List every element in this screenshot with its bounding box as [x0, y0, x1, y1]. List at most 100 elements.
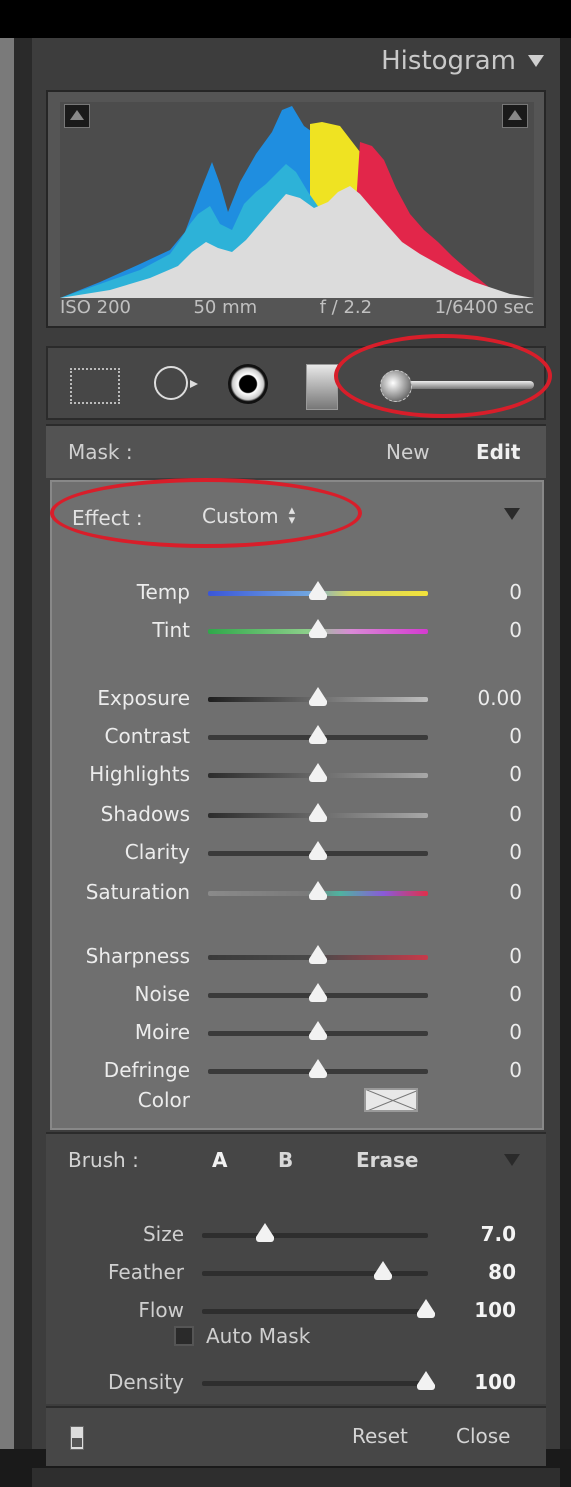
moire-slider-thumb[interactable] — [309, 1021, 327, 1040]
effect-panel: Effect : Custom ▴ ▾ Temp 0 Tint 0 Exposure 0.0… — [50, 480, 544, 1130]
slider-row-sharpness: Sharpness 0 — [52, 938, 546, 974]
saturation-slider[interactable] — [208, 881, 428, 900]
left-panel-gap — [14, 38, 32, 1449]
adjustment-brush-icon[interactable] — [376, 362, 536, 408]
tint-value: 0 — [509, 618, 522, 642]
slider-row-feather: Feather 80 — [46, 1254, 540, 1290]
feather-label: Feather — [107, 1260, 184, 1284]
contrast-slider-thumb[interactable] — [309, 725, 327, 744]
noise-label: Noise — [134, 982, 190, 1006]
slider-row-flow: Flow 100 — [46, 1292, 540, 1328]
sharpness-slider-thumb[interactable] — [309, 945, 327, 964]
reset-button[interactable]: Reset — [352, 1424, 408, 1448]
noise-slider[interactable] — [208, 983, 428, 1002]
red-eye-icon[interactable] — [228, 364, 268, 404]
density-slider-thumb[interactable] — [416, 1371, 435, 1390]
feather-value: 80 — [488, 1260, 516, 1284]
feather-slider[interactable] — [202, 1261, 428, 1280]
mask-edit-button[interactable]: Edit — [476, 440, 520, 464]
aperture: f / 2.2 — [319, 297, 373, 318]
color-swatch[interactable] — [364, 1088, 418, 1112]
tool-strip — [46, 346, 546, 420]
tint-slider-thumb[interactable] — [309, 619, 327, 638]
iso-value: ISO 200 — [60, 297, 131, 318]
brush-disclosure-icon[interactable] — [504, 1154, 520, 1166]
sharpness-slider[interactable] — [208, 945, 428, 964]
color-row: Color — [52, 1082, 546, 1122]
panel-footer: Reset Close — [46, 1406, 546, 1466]
clarity-slider-thumb[interactable] — [309, 841, 327, 860]
histogram-title: Histogram — [381, 46, 516, 76]
slider-row-size: Size 7.0 — [46, 1216, 540, 1252]
tint-label: Tint — [152, 618, 190, 642]
highlight-clipping-button[interactable] — [502, 104, 528, 128]
panel-toggle-switch[interactable] — [70, 1426, 84, 1450]
feather-slider-thumb[interactable] — [373, 1261, 392, 1280]
clarity-slider[interactable] — [208, 841, 428, 860]
flow-value: 100 — [474, 1298, 516, 1322]
brush-b-button[interactable]: B — [278, 1148, 293, 1172]
brush-handle — [406, 381, 534, 389]
effect-disclosure-icon[interactable] — [504, 508, 520, 520]
saturation-slider-thumb[interactable] — [309, 881, 327, 900]
updown-arrows-icon: ▴ ▾ — [288, 503, 296, 528]
collapse-triangle-icon[interactable] — [528, 55, 544, 67]
spot-removal-icon[interactable] — [154, 366, 188, 400]
highlights-slider-thumb[interactable] — [309, 763, 327, 782]
auto-mask-checkbox[interactable] — [174, 1326, 194, 1346]
temp-slider[interactable] — [208, 581, 428, 600]
size-slider-thumb[interactable] — [256, 1223, 275, 1242]
slider-row-clarity: Clarity 0 — [52, 834, 546, 870]
defringe-slider[interactable] — [208, 1059, 428, 1078]
brush-a-button[interactable]: A — [212, 1148, 227, 1172]
histogram-header[interactable]: Histogram — [381, 46, 544, 76]
highlights-label: Highlights — [89, 762, 190, 786]
temp-slider-thumb[interactable] — [309, 581, 327, 600]
crop-overlay-icon[interactable] — [70, 368, 120, 404]
noise-slider-thumb[interactable] — [309, 983, 327, 1002]
size-slider[interactable] — [202, 1223, 428, 1242]
sharpness-value: 0 — [509, 944, 522, 968]
density-slider[interactable] — [202, 1371, 435, 1390]
close-button[interactable]: Close — [456, 1424, 510, 1448]
moire-label: Moire — [134, 1020, 190, 1044]
exposure-slider[interactable] — [208, 687, 428, 706]
moire-value: 0 — [509, 1020, 522, 1044]
size-value: 7.0 — [480, 1222, 516, 1246]
exposure-label: Exposure — [97, 686, 190, 710]
density-value: 100 — [474, 1370, 516, 1394]
brush-erase-button[interactable]: Erase — [356, 1148, 419, 1172]
shutter-speed: 1/6400 sec — [434, 297, 534, 318]
slider-row-moire: Moire 0 — [52, 1014, 546, 1050]
contrast-value: 0 — [509, 724, 522, 748]
slider-row-density: Density 100 — [46, 1364, 540, 1400]
highlights-slider[interactable] — [208, 763, 428, 782]
noise-value: 0 — [509, 982, 522, 1006]
defringe-label: Defringe — [103, 1058, 190, 1082]
defringe-slider-thumb[interactable] — [309, 1059, 327, 1078]
moire-slider[interactable] — [208, 1021, 428, 1040]
clarity-label: Clarity — [124, 840, 190, 864]
shadow-clipping-button[interactable] — [64, 104, 90, 128]
tint-slider[interactable] — [208, 619, 428, 638]
auto-mask-option[interactable]: Auto Mask — [174, 1324, 310, 1348]
slider-row-highlights: Highlights 0 — [52, 756, 546, 792]
exposure-slider-thumb[interactable] — [309, 687, 327, 706]
size-label: Size — [142, 1222, 184, 1246]
contrast-slider[interactable] — [208, 725, 428, 744]
effect-label: Effect : — [72, 506, 143, 530]
saturation-value: 0 — [509, 880, 522, 904]
slider-row-contrast: Contrast 0 — [52, 718, 546, 754]
slider-row-temp: Temp 0 — [52, 574, 546, 610]
shadows-slider-thumb[interactable] — [309, 803, 327, 822]
shadows-slider[interactable] — [208, 803, 428, 822]
flow-slider-thumb[interactable] — [416, 1299, 435, 1318]
mask-new-button[interactable]: New — [386, 440, 430, 464]
effect-preset-select[interactable]: Custom ▴ ▾ — [202, 504, 295, 528]
defringe-value: 0 — [509, 1058, 522, 1082]
shadows-value: 0 — [509, 802, 522, 826]
camera-info: ISO 200 50 mm f / 2.2 1/6400 sec — [60, 297, 534, 318]
temp-value: 0 — [509, 580, 522, 604]
graduated-filter-icon[interactable] — [306, 364, 338, 410]
flow-slider[interactable] — [202, 1299, 435, 1318]
